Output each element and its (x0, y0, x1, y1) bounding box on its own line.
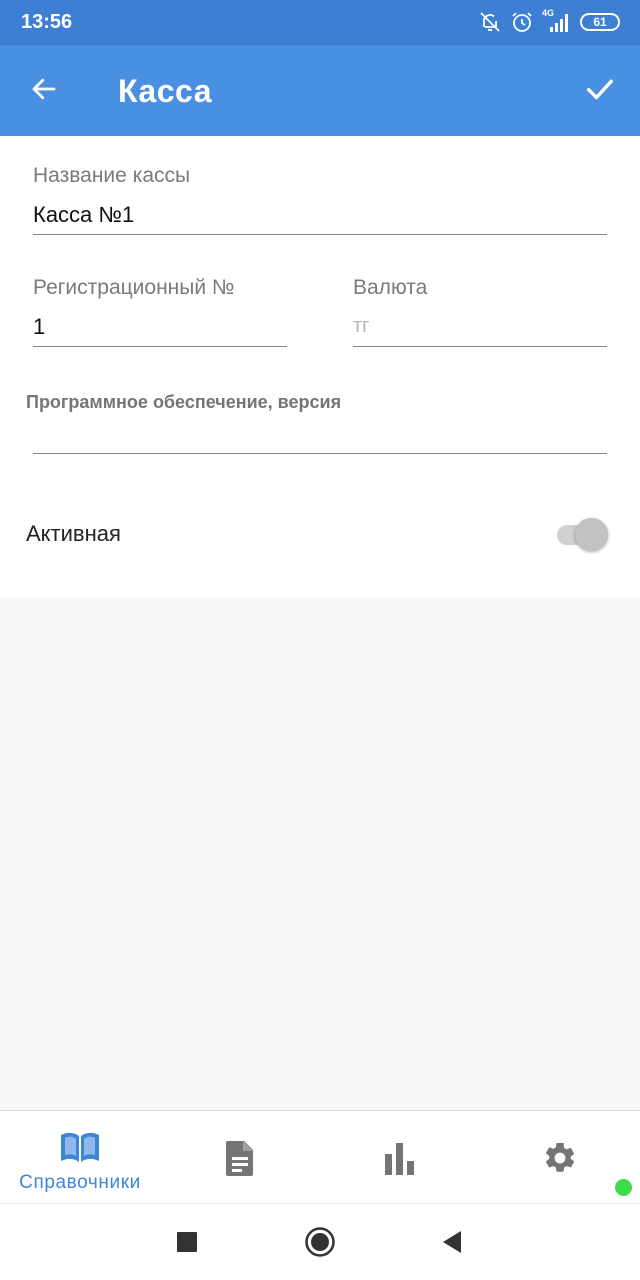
name-input[interactable] (33, 195, 607, 235)
nav-item-documents[interactable] (160, 1111, 320, 1204)
document-icon (225, 1139, 255, 1177)
back-system-button[interactable] (432, 1224, 472, 1264)
page-title: Касса (118, 73, 212, 109)
bar-chart-icon (384, 1139, 416, 1177)
software-input[interactable] (33, 414, 607, 454)
currency-label: Валюта (353, 276, 428, 299)
reg-number-label: Регистрационный № (33, 276, 235, 299)
name-label: Название кассы (33, 164, 191, 187)
app-bar: Касса (0, 45, 640, 136)
nav-item-reports[interactable] (320, 1111, 480, 1204)
system-navigation-bar (0, 1203, 640, 1280)
back-button[interactable] (18, 67, 70, 115)
active-toggle[interactable] (555, 517, 611, 553)
home-button[interactable] (300, 1224, 340, 1264)
content-empty-area (0, 598, 640, 1110)
bottom-navigation: Справочники (0, 1110, 640, 1203)
cash-register-form: Название кассы Регистрационный № Валюта … (0, 136, 640, 598)
reg-number-input[interactable] (33, 307, 287, 347)
active-label: Активная (26, 521, 121, 546)
software-label: Программное обеспечение, версия (26, 392, 342, 412)
arrow-back-icon (29, 74, 59, 109)
nav-item-directories[interactable]: Справочники (0, 1111, 160, 1204)
home-circle-icon (304, 1226, 336, 1263)
signal-icon: 4G (542, 8, 572, 34)
toggle-thumb (575, 518, 608, 551)
nav-label-directories: Справочники (19, 1172, 141, 1193)
battery-level: 61 (593, 15, 607, 29)
status-icons: 4G 61 (478, 8, 620, 35)
status-bar: 13:56 4G 61 (0, 0, 640, 45)
recents-square-icon (177, 1231, 197, 1257)
check-icon (583, 72, 617, 111)
back-triangle-icon (441, 1230, 463, 1259)
notifications-off-icon (478, 10, 502, 34)
save-button[interactable] (574, 65, 626, 117)
settings-icon (542, 1139, 578, 1177)
book-icon (59, 1128, 101, 1166)
currency-input[interactable] (353, 307, 607, 347)
alarm-icon (510, 10, 534, 34)
battery-icon: 61 (580, 13, 620, 31)
status-time: 13:56 (21, 11, 73, 33)
online-indicator (615, 1179, 632, 1196)
recents-button[interactable] (167, 1224, 207, 1264)
